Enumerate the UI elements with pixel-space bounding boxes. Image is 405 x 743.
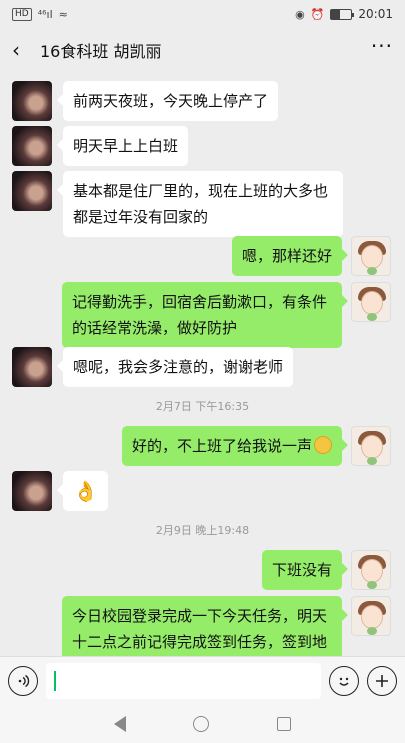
self-avatar[interactable] <box>351 236 391 276</box>
contact-avatar[interactable] <box>12 126 52 166</box>
contact-avatar[interactable] <box>12 471 52 511</box>
system-navigation <box>0 704 405 743</box>
message-bubble[interactable]: 嗯，那样还好 <box>231 236 349 276</box>
message-bubble[interactable]: 记得勤洗手，回宿舍后勤漱口，有条件的话经常洗澡，做好防护 <box>62 282 348 348</box>
plus-icon[interactable] <box>367 665 397 696</box>
status-bar: HD ⁴⁶ıl ≈ ◉ ⏰ 20:01 <box>0 0 405 28</box>
emoji-icon[interactable] <box>329 665 359 696</box>
message-list[interactable]: 前两天夜班，今天晚上停产了 明天早上上白班 基本都是住厂里的，现在上班的大多也都… <box>0 72 405 656</box>
status-left: HD ⁴⁶ıl ≈ <box>12 7 68 21</box>
alarm-icon: ⏰ <box>310 7 325 21</box>
chat-header: ‹ 16食科班 胡凯丽 ··· <box>0 28 405 72</box>
signal-icon: ⁴⁶ıl <box>37 7 53 21</box>
chat-title: 16食科班 胡凯丽 <box>40 42 162 61</box>
contact-avatar[interactable] <box>12 347 52 387</box>
self-avatar[interactable] <box>351 282 391 322</box>
message-bubble[interactable]: 今日校园登录完成一下今天任务，明天十二点之前记得完成签到任务，签到地点是你目前所… <box>62 596 348 656</box>
wifi-icon: ≈ <box>58 7 68 21</box>
clock: 20:01 <box>358 7 393 21</box>
text-caret <box>54 670 56 691</box>
battery-icon <box>330 8 355 20</box>
timestamp: 2月7日 下午16:35 <box>155 400 250 413</box>
home-nav-icon[interactable] <box>193 715 210 732</box>
message-bubble[interactable]: 基本都是住厂里的，现在上班的大多也都是过年没有回家的 <box>57 171 343 237</box>
hd-badge: HD <box>12 7 32 21</box>
self-avatar[interactable] <box>351 426 391 466</box>
message-bubble[interactable]: 明天早上上白班 <box>56 126 189 166</box>
contact-avatar[interactable] <box>12 81 52 121</box>
message-input[interactable] <box>46 662 321 699</box>
status-right: ◉ ⏰ 20:01 <box>295 7 393 21</box>
smile-emoji-icon <box>314 436 332 454</box>
ok-hand-emoji-icon[interactable]: 👌 <box>57 471 108 511</box>
message-bubble[interactable]: 嗯呢，我会多注意的，谢谢老师 <box>56 347 294 387</box>
message-bubble[interactable]: 好的，不上班了给我说一声 <box>121 426 349 466</box>
more-button[interactable]: ··· <box>371 34 393 66</box>
self-avatar[interactable] <box>351 596 391 636</box>
message-bubble[interactable]: 前两天夜班，今天晚上停产了 <box>56 81 279 121</box>
back-icon[interactable]: ‹ <box>12 38 36 62</box>
timestamp: 2月9日 晚上19:48 <box>155 524 250 537</box>
message-bubble[interactable]: 下班没有 <box>261 550 349 590</box>
back-nav-icon[interactable] <box>113 715 126 732</box>
self-avatar[interactable] <box>351 550 391 590</box>
message-text: 好的，不上班了给我说一声 <box>131 437 312 455</box>
eye-icon: ◉ <box>295 7 305 21</box>
input-bar <box>0 656 405 704</box>
voice-icon[interactable] <box>8 665 38 696</box>
contact-avatar[interactable] <box>12 171 52 211</box>
recents-nav-icon[interactable] <box>277 716 292 731</box>
